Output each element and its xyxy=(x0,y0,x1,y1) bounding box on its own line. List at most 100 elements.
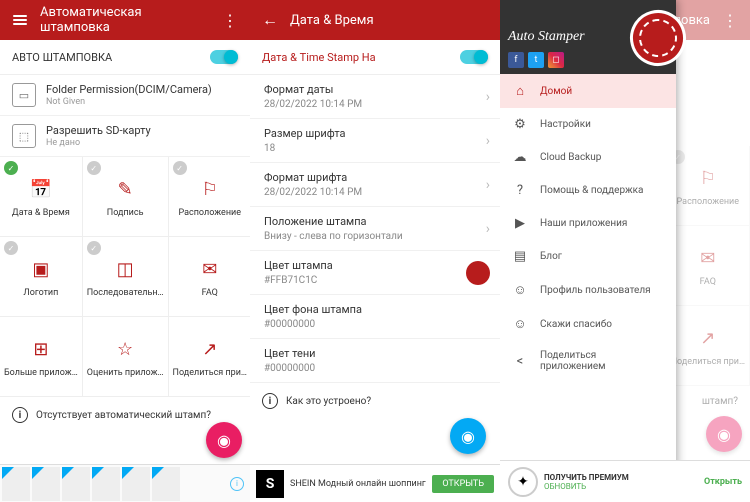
sd-sub: Не дано xyxy=(46,138,238,148)
cell-datetime[interactable]: ✓📅Дата & Время xyxy=(0,157,83,237)
datetime-toggle-label: Дата & Time Stamp На xyxy=(262,51,460,64)
datetime-toggle-row[interactable]: Дата & Time Stamp На xyxy=(250,40,500,75)
feature-grid: ✓📅Дата & Время ✓✎Подпись ✓⚐Расположение … xyxy=(0,157,250,397)
twitter-icon[interactable]: t xyxy=(528,52,544,68)
chevron-right-icon: › xyxy=(486,89,490,105)
camera-fab[interactable]: ◉ xyxy=(206,422,242,458)
nav-home[interactable]: ⌂Домой xyxy=(500,74,676,108)
social-icons: f t ◻ xyxy=(508,52,564,68)
sd-card-row[interactable]: ⬚ Разрешить SD-карту Не дано xyxy=(0,116,250,157)
ad-thumb xyxy=(32,467,60,501)
sd-title: Разрешить SD-карту xyxy=(46,124,238,137)
share-icon: ↗ xyxy=(196,336,224,364)
sd-icon: ⬚ xyxy=(12,124,36,148)
user-icon: ☺ xyxy=(512,282,528,298)
pen-icon: ✎ xyxy=(111,176,139,204)
check-icon: ✓ xyxy=(4,161,18,175)
back-icon[interactable] xyxy=(260,10,280,30)
info-icon: i xyxy=(262,393,278,409)
row-bg-color[interactable]: Цвет фона штампа#00000000 xyxy=(250,295,500,339)
help-icon: ? xyxy=(512,183,528,198)
pane-main: Автоматическая штамповка АВТО ШТАМПОВКА … xyxy=(0,0,250,502)
image-icon: ▣ xyxy=(27,256,55,284)
cell-sequence[interactable]: ✓◫Последовательн… xyxy=(83,237,169,317)
menu-icon[interactable] xyxy=(10,10,30,30)
datetime-switch[interactable] xyxy=(460,50,488,64)
row-stamp-color[interactable]: Цвет штампа#FFB71C1C xyxy=(250,251,500,295)
play-icon: ▶ xyxy=(512,216,528,231)
auto-stamp-switch[interactable] xyxy=(210,50,238,64)
row-shadow-color[interactable]: Цвет тени#00000000 xyxy=(250,339,500,383)
nav-profile[interactable]: ☺Профиль пользователя xyxy=(500,273,676,307)
info-text: Отсутствует автоматический штамп? xyxy=(36,410,211,421)
nav-drawer: Auto Stamper f t ◻ ⌂Домой ⚙Настройки ☁Cl… xyxy=(500,0,676,502)
check-icon: ✓ xyxy=(87,161,101,175)
nav-apps[interactable]: ▶Наши приложения xyxy=(500,207,676,240)
pane-drawer: мповка ✓⚐Расположение ✉FAQ ↗Поделиться п… xyxy=(500,0,750,502)
apps-icon: ⊞ xyxy=(27,336,55,364)
pane-datetime: Дата & Время Дата & Time Stamp На Формат… xyxy=(250,0,500,502)
ad-logo: S xyxy=(256,470,284,498)
calendar-icon: 📅 xyxy=(27,176,55,204)
folder-permission-row[interactable]: ▭ Folder Permission(DCIM/Camera) Not Giv… xyxy=(0,75,250,116)
adchoices-icon[interactable]: i xyxy=(230,477,244,491)
camera-fab[interactable]: ◉ xyxy=(450,418,486,454)
ad-thumb xyxy=(62,467,90,501)
cell-faq[interactable]: ✉FAQ xyxy=(169,237,250,317)
folder-title: Folder Permission(DCIM/Camera) xyxy=(46,83,238,96)
auto-stamp-label: АВТО ШТАМПОВКА xyxy=(12,51,210,64)
cell-more-apps[interactable]: ⊞Больше прилож… xyxy=(0,317,83,397)
premium-icon: ✦ xyxy=(508,467,538,497)
overflow-icon[interactable] xyxy=(220,10,240,30)
blog-icon: ▤ xyxy=(512,249,528,264)
cell-signature[interactable]: ✓✎Подпись xyxy=(83,157,169,237)
app-brand: Auto Stamper xyxy=(508,29,585,45)
nav-help[interactable]: ?Помощь & поддержка xyxy=(500,174,676,207)
row-date-format[interactable]: Формат даты28/02/2022 10:14 PM› xyxy=(250,75,500,119)
premium-title: ПОЛУЧИТЬ ПРЕМИУМ xyxy=(544,473,698,482)
nav-blog[interactable]: ▤Блог xyxy=(500,240,676,273)
chevron-right-icon: › xyxy=(486,133,490,149)
row-position[interactable]: Положение штампаВнизу - слева по горизон… xyxy=(250,207,500,251)
premium-sub: ОБНОВИТЬ xyxy=(544,482,698,491)
star-icon: ☆ xyxy=(111,336,139,364)
chevron-right-icon: › xyxy=(486,221,490,237)
nav-thanks[interactable]: ☺Скажи спасибо xyxy=(500,307,676,341)
sequence-icon: ◫ xyxy=(111,256,139,284)
nav-share[interactable]: <Поделиться приложением xyxy=(500,341,676,381)
nav-settings[interactable]: ⚙Настройки xyxy=(500,108,676,141)
check-icon: ✓ xyxy=(4,241,18,255)
cell-logo[interactable]: ✓▣Логотип xyxy=(0,237,83,317)
row-font-size[interactable]: Размер шрифта18› xyxy=(250,119,500,163)
row-font-format[interactable]: Формат шрифта28/02/2022 10:14 PM› xyxy=(250,163,500,207)
folder-sub: Not Given xyxy=(46,97,238,107)
ad-open-button[interactable]: ОТКРЫТЬ xyxy=(432,475,494,493)
premium-open-button[interactable]: Открыть xyxy=(704,477,742,487)
ad-thumb xyxy=(152,467,180,501)
appbar: Автоматическая штамповка xyxy=(0,0,250,40)
share-icon: < xyxy=(512,354,528,369)
facebook-icon[interactable]: f xyxy=(508,52,524,68)
home-icon: ⌂ xyxy=(512,83,528,99)
color-swatch xyxy=(466,261,490,285)
ad-banner[interactable]: S SHEIN Модный онлайн шоппинг ОТКРЫТЬ xyxy=(250,464,500,502)
cell-rate[interactable]: ☆Оценить прилож… xyxy=(83,317,169,397)
info-icon: i xyxy=(12,407,28,423)
how-row[interactable]: i Как это устроено? xyxy=(250,383,500,419)
instagram-icon[interactable]: ◻ xyxy=(548,52,564,68)
ad-banner[interactable]: i xyxy=(0,464,250,502)
cloud-icon: ☁ xyxy=(512,150,528,165)
gear-icon: ⚙ xyxy=(512,117,528,132)
check-icon: ✓ xyxy=(87,241,101,255)
mail-icon: ✉ xyxy=(196,256,224,284)
premium-banner[interactable]: ✦ ПОЛУЧИТЬ ПРЕМИУМ ОБНОВИТЬ Открыть xyxy=(500,460,750,502)
drawer-header: Auto Stamper f t ◻ xyxy=(500,0,676,74)
map-icon: ⚐ xyxy=(196,176,224,204)
appbar: Дата & Время xyxy=(250,0,500,40)
folder-icon: ▭ xyxy=(12,83,36,107)
cell-location[interactable]: ✓⚐Расположение xyxy=(169,157,250,237)
auto-stamp-toggle-row[interactable]: АВТО ШТАМПОВКА xyxy=(0,40,250,75)
nav-cloud[interactable]: ☁Cloud Backup xyxy=(500,141,676,174)
cell-share[interactable]: ↗Поделиться при… xyxy=(169,317,250,397)
smile-icon: ☺ xyxy=(512,316,528,332)
